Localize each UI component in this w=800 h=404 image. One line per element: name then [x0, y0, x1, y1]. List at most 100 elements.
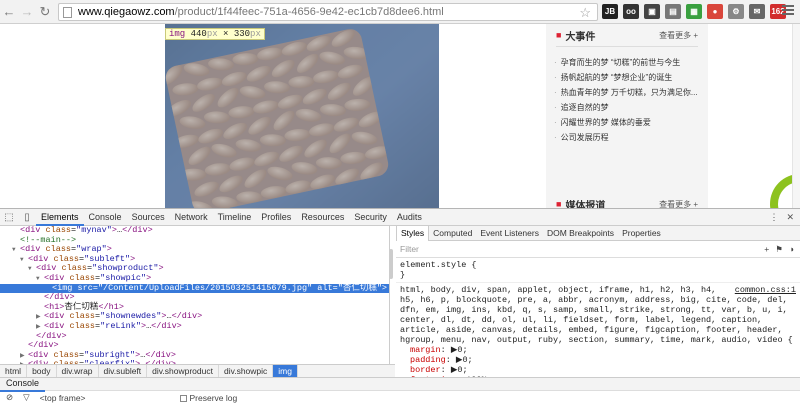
extension-icon[interactable]: oo [623, 4, 639, 19]
tab-timeline[interactable]: Timeline [213, 209, 257, 226]
dom-node-markup: <div class="subright">…</div> [28, 349, 176, 360]
style-source-link[interactable]: common.css:1 [735, 285, 796, 295]
element-style-close: } [400, 270, 406, 280]
css-property[interactable]: border: ▶0; [400, 365, 796, 375]
elements-dom-tree: <div class="mynav">…</div> <!--main--> ▼ <d… [0, 226, 390, 364]
bookmark-star-icon[interactable]: ☆ [579, 5, 591, 21]
back-arrow-icon[interactable]: ← [0, 4, 18, 19]
expand-arrow-icon[interactable]: ▼ [36, 274, 44, 284]
styles-filter-input[interactable]: Filter [400, 244, 419, 254]
tab-sources[interactable]: Sources [127, 209, 170, 226]
bullet-icon: · [554, 73, 557, 82]
address-bar[interactable]: www.qiegaowz.com/product/1f44feec-751a-4… [58, 3, 598, 21]
media-more-link[interactable]: 查看更多 + [659, 199, 698, 209]
tab-console[interactable]: Console [84, 209, 127, 226]
pin-icon[interactable]: ⚑ [775, 244, 783, 255]
css-colon: : [440, 345, 451, 355]
css-property-value: ▶0; [450, 365, 468, 375]
device-mode-icon[interactable]: ▯ [18, 212, 36, 223]
forward-arrow-icon[interactable]: → [18, 4, 36, 19]
more-options-icon[interactable]: ⋮ [769, 212, 778, 223]
list-item-label: 闪耀世界的梦 媒体的垂爱 [560, 118, 651, 127]
extension-icon[interactable]: ✉ [749, 4, 765, 19]
page-scrollbar[interactable] [792, 24, 800, 208]
breadcrumb-item[interactable]: div.showproduct [147, 365, 219, 377]
events-title: 大事件 [565, 31, 596, 43]
expand-arrow-icon[interactable]: ▼ [28, 264, 36, 274]
list-item[interactable]: · 追逐自然的梦 [554, 100, 708, 115]
styles-filter-row: Filter + ⚑ ◑ [396, 241, 800, 258]
expand-arrow-icon[interactable]: ▶ [20, 351, 28, 361]
tab-console-drawer[interactable]: Console [0, 376, 46, 392]
reset-style-rule: common.css:1 html, body, div, span, appl… [396, 283, 800, 377]
tooltip-unit: px [206, 29, 218, 39]
tooltip-times: × [223, 29, 229, 39]
expand-arrow-icon[interactable]: ▼ [20, 255, 28, 265]
dom-node-markup: </div> [44, 292, 75, 303]
tab-computed[interactable]: Computed [429, 226, 476, 241]
console-drawer-bar: Console [0, 376, 800, 392]
list-item[interactable]: · 热血青年的梦 万千切糕，只为满足你... [554, 85, 708, 100]
extension-icon[interactable]: ▦ [686, 4, 702, 19]
element-style-selector: element.style { [400, 260, 477, 270]
bullet-icon: · [554, 133, 557, 142]
tab-elements[interactable]: Elements [36, 209, 84, 226]
preserve-log-checkbox[interactable] [179, 394, 187, 402]
tab-profiles[interactable]: Profiles [256, 209, 296, 226]
extension-icon[interactable]: ▣ [644, 4, 660, 19]
filter-icon[interactable]: ▽ [23, 392, 30, 403]
css-property-value: ▶0; [450, 345, 468, 355]
list-item[interactable]: · 公司发展历程 [554, 130, 708, 145]
preserve-log-option[interactable]: Preserve log [179, 393, 237, 403]
expand-arrow-icon[interactable]: ▶ [36, 312, 44, 322]
dom-node-markup: <div class="showproduct"> [36, 263, 164, 274]
tab-properties[interactable]: Properties [618, 226, 665, 241]
breadcrumb-item[interactable]: div.showpic [219, 365, 274, 377]
element-style-rule: element.style { } [396, 258, 800, 283]
events-header: ■ 大事件 查看更多 + [546, 24, 708, 46]
inspect-element-icon[interactable]: ⬚ [0, 212, 18, 223]
menu-icon[interactable] [782, 5, 794, 17]
dom-node-markup: <div class="wrap"> [20, 244, 112, 255]
extension-icon[interactable]: ⚙ [728, 4, 744, 19]
url-path: /product/1f44feec-751a-4656-9e42-ec1cb7d… [174, 6, 444, 18]
css-property[interactable]: padding: ▶0; [400, 355, 796, 365]
reload-icon[interactable]: ↻ [36, 4, 54, 20]
devtools-window-controls: ⋮ ✕ [769, 212, 800, 223]
events-more-link[interactable]: 查看更多 + [659, 30, 698, 41]
list-item[interactable]: · 孕育而生的梦 “切糕”的前世与今生 [554, 55, 708, 70]
new-style-rule-icon[interactable]: + [764, 244, 769, 255]
tooltip-tag: img [169, 29, 186, 39]
list-item[interactable]: · 闪耀世界的梦 媒体的垂爱 [554, 115, 708, 130]
tab-event-listeners[interactable]: Event Listeners [476, 226, 543, 241]
css-property[interactable]: margin: ▶0; [400, 345, 796, 355]
frame-select[interactable]: <top frame> [40, 393, 86, 403]
clear-console-icon[interactable]: ⊘ [6, 392, 13, 403]
tab-security[interactable]: Security [349, 209, 392, 226]
tab-dom-breakpoints[interactable]: DOM Breakpoints [543, 226, 618, 241]
bullet-icon: · [554, 58, 557, 67]
css-property-name: padding [410, 355, 446, 365]
breadcrumb-item[interactable]: div.subleft [99, 365, 148, 377]
extension-icon[interactable]: JB [602, 4, 618, 19]
tab-audits[interactable]: Audits [392, 209, 427, 226]
extension-icons: JB oo ▣ ▤ ▦ ● ⚙ ✉ 162 [602, 4, 786, 19]
extension-icon[interactable]: ● [707, 4, 723, 19]
tab-styles[interactable]: Styles [396, 226, 430, 241]
breadcrumb-item[interactable]: div.wrap [57, 365, 99, 377]
tab-resources[interactable]: Resources [296, 209, 349, 226]
extension-icon[interactable]: ▤ [665, 4, 681, 19]
dom-node-markup: </div> [36, 330, 67, 341]
flag-icon: ■ [556, 199, 562, 208]
bullet-icon: · [554, 103, 557, 112]
color-format-icon[interactable]: ◑ [789, 244, 794, 255]
dom-node-markup: <div class="subleft"> [28, 253, 136, 264]
close-icon[interactable]: ✕ [786, 212, 794, 223]
list-item[interactable]: · 扬帆起航的梦 “梦想企业”的诞生 [554, 70, 708, 85]
url-host: www.qiegaowz.com [78, 6, 175, 18]
dom-tree-scrollbar[interactable] [389, 249, 393, 279]
expand-arrow-icon[interactable]: ▼ [12, 245, 20, 255]
breadcrumb-item[interactable]: img [273, 365, 298, 377]
tab-network[interactable]: Network [170, 209, 213, 226]
reset-properties: margin: ▶0;padding: ▶0;border: ▶0;font-s… [400, 345, 796, 377]
